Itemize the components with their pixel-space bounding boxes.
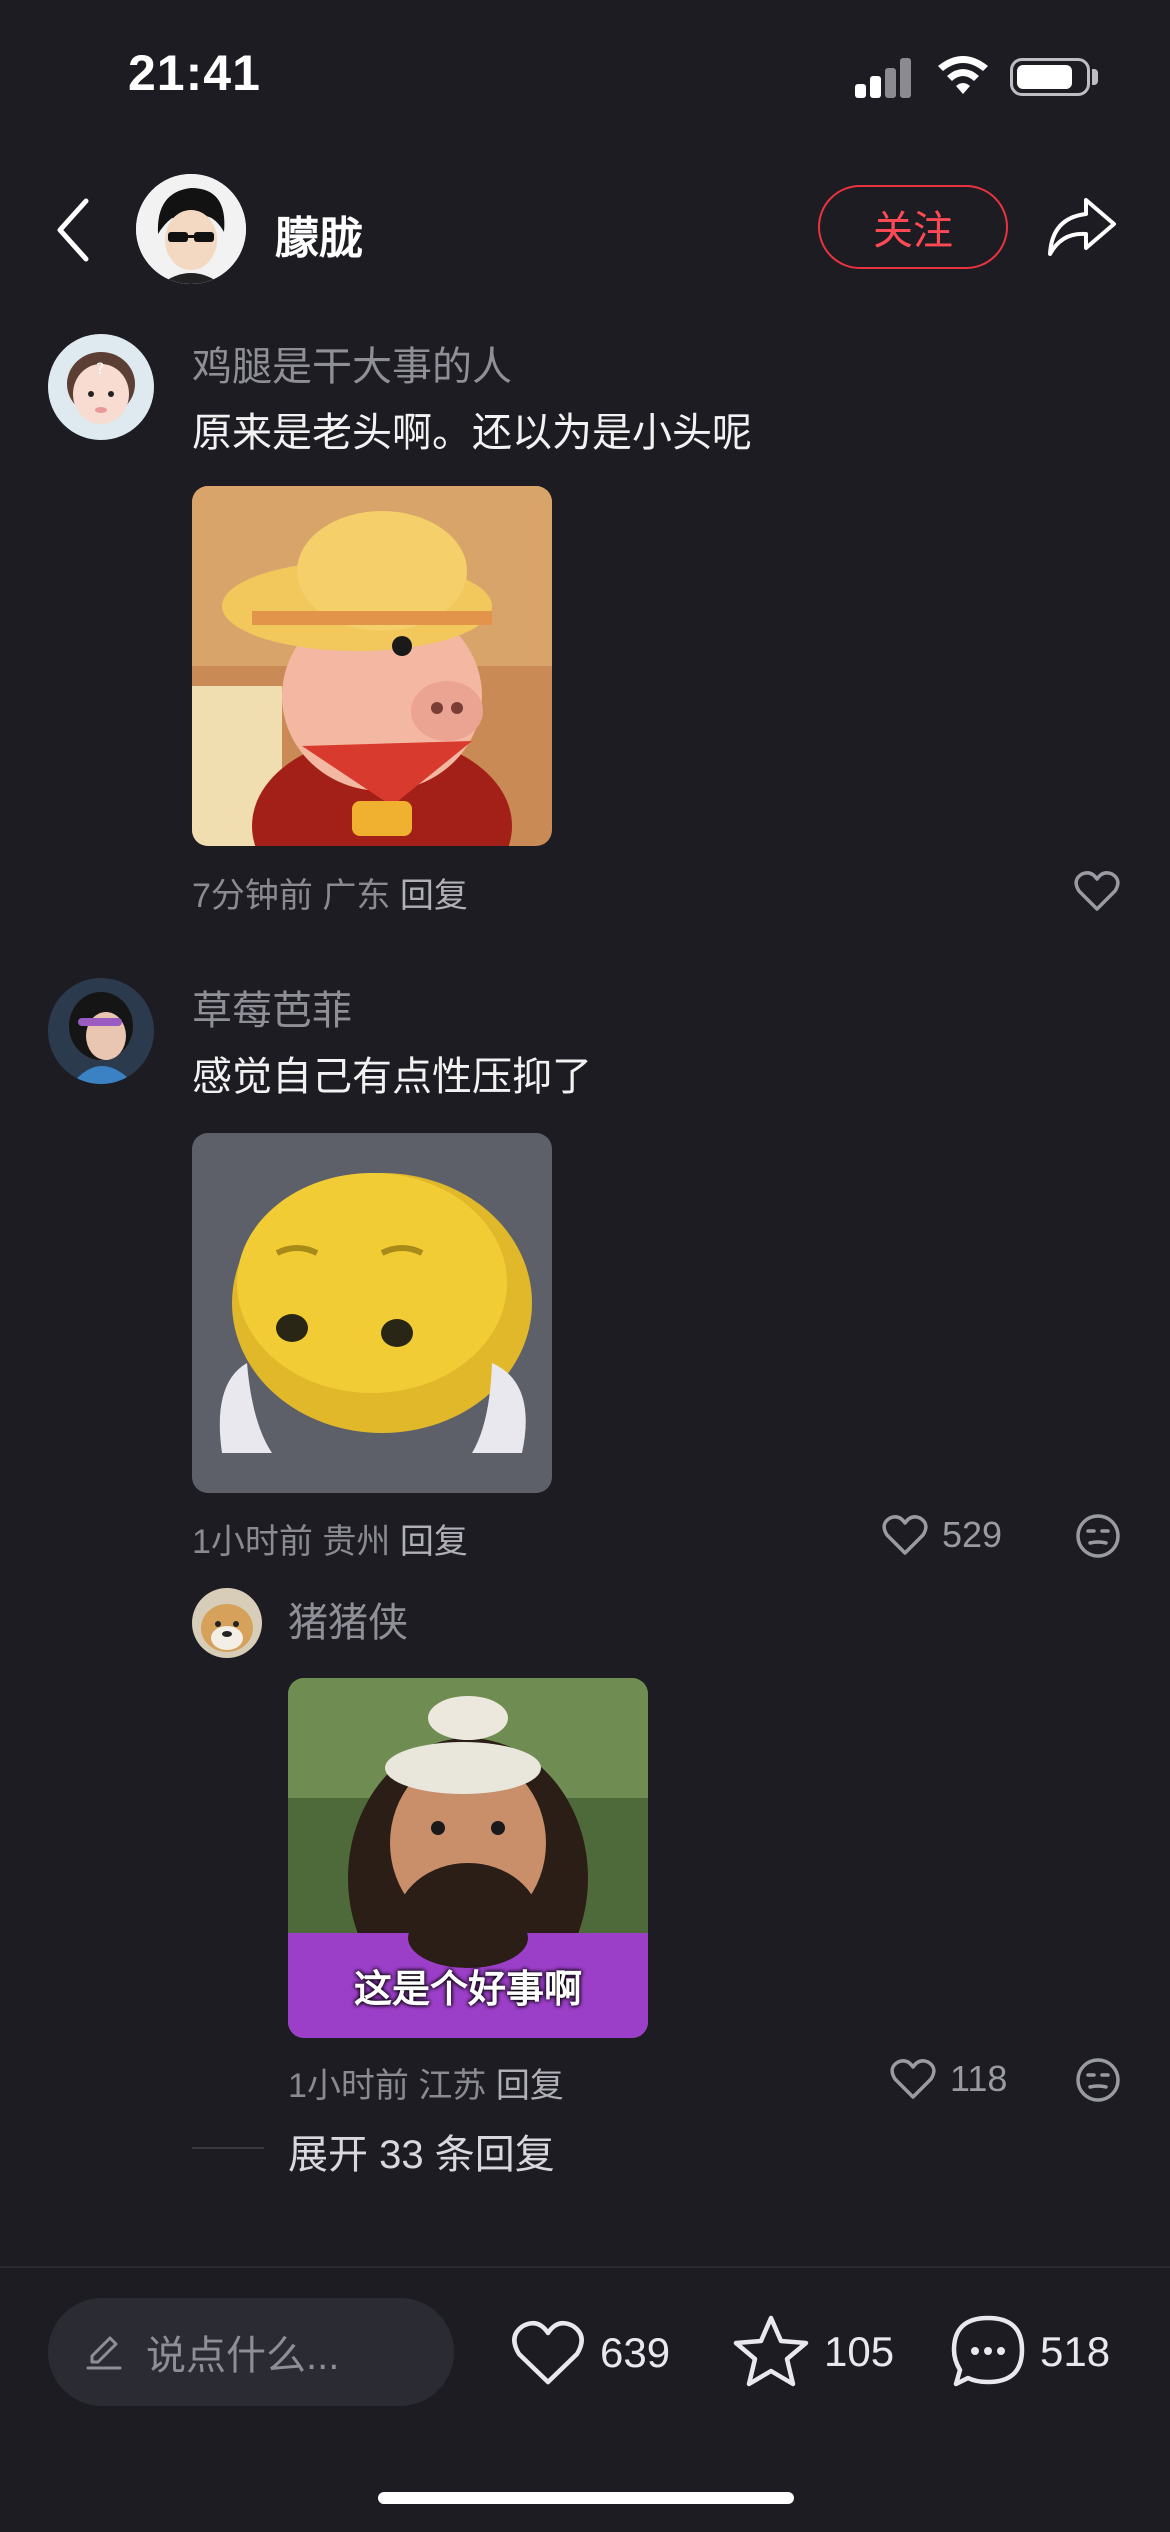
expand-replies-button[interactable]: 展开 33 条回复 (288, 2122, 555, 2180)
sticker-caption: 这是个好事啊 (353, 1969, 582, 2011)
emoji-icon[interactable] (1074, 2056, 1122, 2104)
back-chevron-icon[interactable] (50, 195, 100, 265)
expand-divider (192, 2147, 264, 2149)
comment-bubble-icon (951, 2315, 1025, 2387)
heart-icon[interactable] (882, 1514, 928, 1556)
reply-link[interactable]: 回复 (496, 2067, 564, 2105)
reply-sticker[interactable]: 这是个好事啊 (288, 1678, 648, 2038)
share-icon[interactable] (1046, 196, 1118, 258)
favorite-count: 105 (824, 2328, 895, 2375)
like-count: 118 (950, 2058, 1008, 2099)
heart-icon[interactable] (1074, 870, 1120, 912)
emoji-icon[interactable] (1074, 1512, 1122, 1560)
reply-time: 1小时前 (288, 2067, 409, 2105)
heart-icon (512, 2320, 584, 2385)
commenter-name[interactable]: 鸡腿是干大事的人 (192, 334, 512, 392)
comment-time: 7分钟前 (192, 877, 313, 915)
like-button[interactable]: 639 (510, 2318, 670, 2388)
comment-sticker-emoji[interactable] (192, 1133, 552, 1493)
reply-avatar[interactable] (192, 1588, 262, 1658)
battery-icon (1010, 58, 1090, 96)
commenter-avatar[interactable] (48, 978, 154, 1084)
comment-text: 感觉自己有点性压抑了 (192, 1055, 592, 1099)
comment-text: 原来是老头啊。还以为是小头呢 (192, 411, 752, 455)
status-time: 21:41 (128, 45, 261, 101)
reply-link[interactable]: 回复 (400, 1523, 468, 1561)
favorite-button[interactable]: 105 (732, 2314, 894, 2390)
comment-time: 1小时前 (192, 1523, 313, 1561)
comment-location: 广东 (322, 877, 391, 915)
comment-input-placeholder: 说点什么... (146, 2334, 340, 2378)
signal-icon (855, 58, 913, 98)
pencil-icon (86, 2336, 122, 2370)
like-count: 639 (600, 2329, 671, 2376)
battery-tip (1092, 69, 1098, 85)
follow-button[interactable]: 关注 (818, 185, 1008, 269)
reply-username[interactable]: 猪猪侠 (288, 1590, 408, 1648)
reply-meta: 1小时前 江苏 回复 (288, 2058, 564, 2107)
commenter-name[interactable]: 草莓芭菲 (192, 978, 352, 1036)
reply-location: 江苏 (418, 2067, 487, 2105)
comment-count: 518 (1040, 2328, 1111, 2375)
comment-location: 贵州 (322, 1523, 391, 1561)
wifi-icon (938, 56, 988, 94)
author-avatar[interactable] (136, 174, 246, 284)
star-icon (733, 2315, 809, 2387)
home-indicator[interactable] (378, 2492, 794, 2504)
reply-like[interactable]: 118 (890, 2058, 1007, 2100)
comment-input[interactable]: 说点什么... (48, 2298, 454, 2406)
comment-like[interactable]: 529 (882, 1514, 1002, 1556)
like-count: 529 (942, 1514, 1003, 1555)
author-name[interactable]: 朦胧 (275, 202, 363, 266)
svg-text:?: ? (96, 359, 105, 378)
heart-icon[interactable] (890, 2058, 936, 2100)
comment-button[interactable]: 518 (950, 2314, 1110, 2390)
reply-link[interactable]: 回复 (400, 877, 468, 915)
comment-meta: 7分钟前 广东 回复 (192, 868, 468, 917)
comment-sticker-pig[interactable] (192, 486, 552, 846)
bottom-divider (0, 2266, 1170, 2268)
comment-meta: 1小时前 贵州 回复 (192, 1514, 468, 1563)
commenter-avatar[interactable]: ? (48, 334, 154, 440)
